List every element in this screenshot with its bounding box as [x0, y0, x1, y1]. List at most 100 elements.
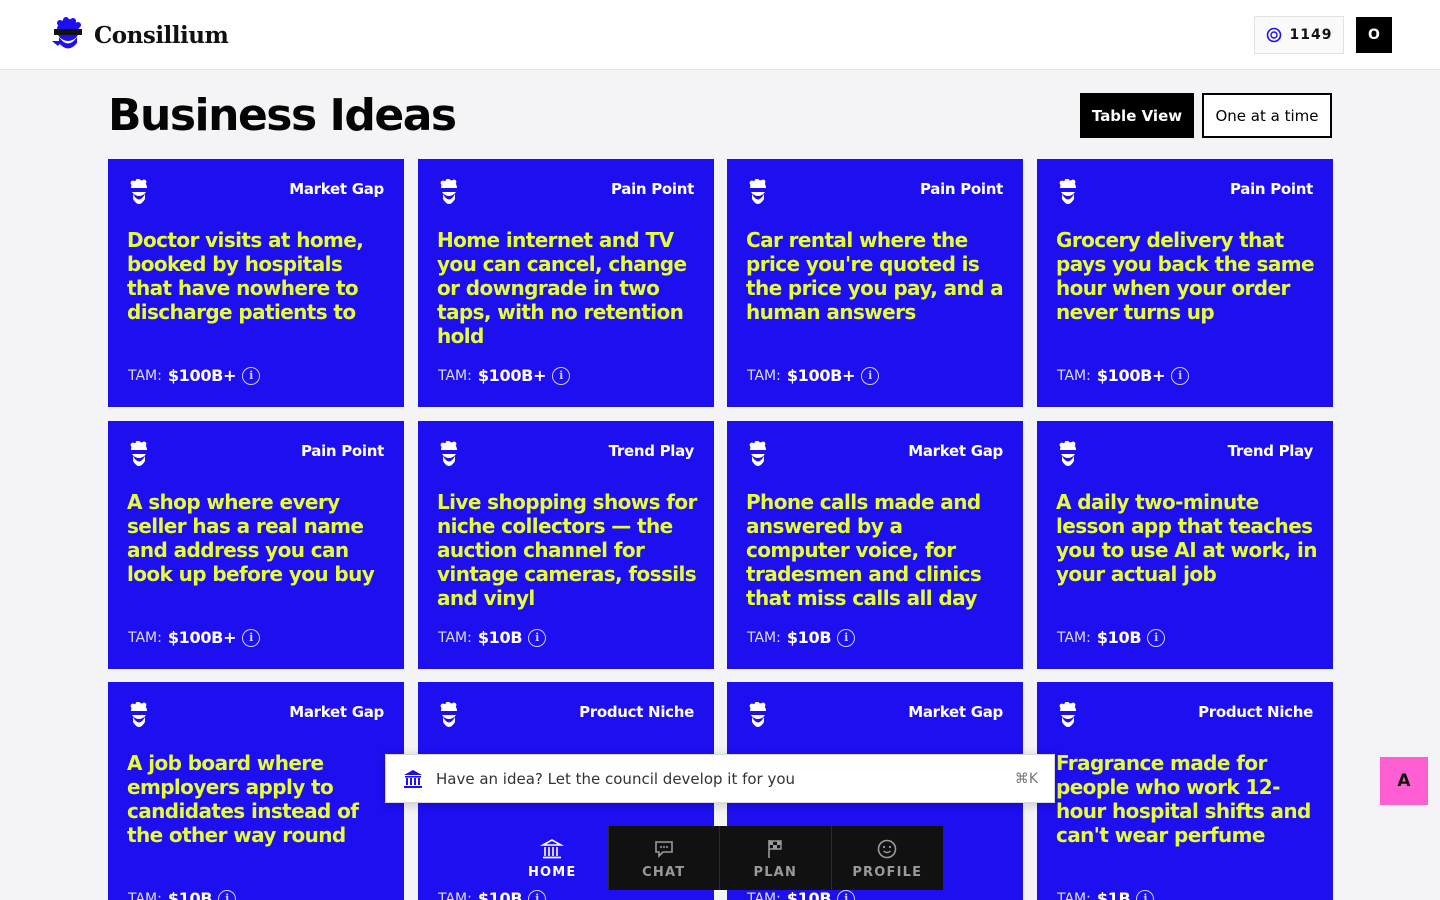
tam-label: TAM: [438, 890, 472, 900]
idea-card[interactable]: Pain Point Home internet and TV you can c… [418, 159, 714, 407]
nav-profile[interactable]: PROFILE [832, 826, 944, 890]
idea-category-tag: Trend Play [1227, 442, 1314, 460]
nav-profile-label: PROFILE [852, 864, 923, 880]
tam-row: TAM: $10B i [747, 889, 856, 900]
tam-row: TAM: $10B i [1057, 628, 1166, 647]
tam-value: $1B [1096, 889, 1131, 900]
info-icon[interactable]: i [837, 889, 856, 900]
info-icon[interactable]: i [242, 628, 261, 647]
tam-value: $100B+ [786, 366, 856, 385]
idea-title: Fragrance made for people who work 12-ho… [1056, 751, 1311, 847]
tam-label: TAM: [128, 367, 162, 384]
flag-icon [768, 839, 782, 858]
statue-head-icon [126, 178, 152, 209]
tam-label: TAM: [128, 890, 162, 900]
table-view-button[interactable]: Table View [1080, 93, 1194, 138]
bottom-navigation: HOME CHAT PLAN PROFILE [497, 826, 943, 890]
tam-value: $100B+ [167, 366, 237, 385]
keyboard-shortcut-hint: ⌘K [1014, 770, 1038, 787]
idea-card[interactable]: Trend Play Live shopping shows for niche … [418, 421, 714, 669]
info-icon[interactable]: i [552, 366, 571, 385]
nav-chat[interactable]: CHAT [609, 826, 720, 890]
nav-plan-label: PLAN [753, 864, 798, 880]
idea-title: Live shopping shows for niche collectors… [437, 490, 697, 610]
idea-category-tag: Market Gap [289, 180, 384, 198]
face-icon [877, 839, 897, 858]
statue-head-icon [126, 701, 152, 732]
statue-head-icon [436, 701, 462, 732]
tam-row: TAM: $100B+ i [128, 366, 261, 385]
info-icon[interactable]: i [528, 628, 547, 647]
idea-title: Doctor visits at home, booked by hospita… [127, 228, 364, 324]
idea-card[interactable]: Trend Play A daily two-minute lesson app … [1037, 421, 1333, 669]
tam-label: TAM: [1057, 367, 1091, 384]
info-icon[interactable]: i [1171, 366, 1190, 385]
tam-row: TAM: $100B+ i [747, 366, 880, 385]
tam-value: $100B+ [1096, 366, 1166, 385]
tam-label: TAM: [747, 629, 781, 646]
top-bar: Consillium 1149 O [0, 0, 1440, 70]
idea-card[interactable]: Market Gap Doctor visits at home, booked … [108, 159, 404, 407]
tam-row: TAM: $100B+ i [438, 366, 571, 385]
idea-category-tag: Market Gap [908, 703, 1003, 721]
info-icon[interactable]: i [1136, 889, 1155, 900]
tam-value: $100B+ [167, 628, 237, 647]
nav-home[interactable]: HOME [497, 826, 609, 890]
chat-bubble-icon [654, 840, 673, 858]
tam-row: TAM: $10B i [128, 889, 237, 900]
tam-row: TAM: $100B+ i [1057, 366, 1190, 385]
idea-category-tag: Market Gap [908, 442, 1003, 460]
tam-value: $10B [477, 889, 523, 900]
accessibility-fab[interactable]: A [1380, 757, 1428, 805]
idea-title: Grocery delivery that pays you back the … [1056, 228, 1315, 324]
tam-label: TAM: [128, 629, 162, 646]
idea-card[interactable]: Pain Point Grocery delivery that pays you… [1037, 159, 1333, 407]
idea-title: Car rental where the price you're quoted… [746, 228, 1004, 324]
idea-input-bar[interactable]: ⌘K [385, 754, 1055, 803]
brand-logo-link[interactable]: Consillium [48, 16, 229, 54]
idea-category-tag: Pain Point [1229, 180, 1313, 198]
one-at-a-time-button[interactable]: One at a time [1202, 93, 1332, 138]
idea-title: A daily two-minute lesson app that teach… [1056, 490, 1317, 586]
idea-card[interactable]: Pain Point Car rental where the price you… [727, 159, 1023, 407]
info-icon[interactable]: i [1147, 628, 1166, 647]
info-icon[interactable]: i [837, 628, 856, 647]
idea-category-tag: Product Niche [579, 703, 694, 721]
idea-category-tag: Pain Point [610, 180, 694, 198]
statue-head-icon [745, 440, 771, 471]
info-icon[interactable]: i [861, 366, 880, 385]
tam-value: $100B+ [477, 366, 547, 385]
info-icon[interactable]: i [528, 889, 547, 900]
idea-card[interactable]: Pain Point A shop where every seller has … [108, 421, 404, 669]
idea-input[interactable] [436, 763, 1015, 794]
tam-label: TAM: [747, 890, 781, 900]
idea-card[interactable]: Product Niche Fragrance made for people w… [1037, 682, 1333, 900]
info-icon[interactable]: i [218, 889, 237, 900]
idea-category-tag: Trend Play [608, 442, 695, 460]
info-icon[interactable]: i [242, 366, 261, 385]
tam-label: TAM: [1057, 890, 1091, 900]
tam-value: $10B [477, 628, 523, 647]
idea-card[interactable]: Market Gap A job board where employers ap… [108, 682, 404, 900]
tam-row: TAM: $10B i [747, 628, 856, 647]
nav-plan[interactable]: PLAN [720, 826, 832, 890]
idea-category-tag: Product Niche [1198, 703, 1313, 721]
statue-head-logo-icon [52, 17, 82, 49]
credits-counter[interactable]: 1149 [1254, 16, 1344, 54]
user-avatar[interactable]: O [1356, 17, 1392, 53]
idea-title: Home internet and TV you can cancel, cha… [437, 228, 687, 348]
statue-head-icon [745, 701, 771, 732]
statue-head-icon [126, 440, 152, 471]
nav-home-label: HOME [527, 864, 577, 880]
idea-category-tag: Market Gap [289, 703, 384, 721]
tam-label: TAM: [1057, 629, 1091, 646]
idea-category-tag: Pain Point [919, 180, 1003, 198]
tam-label: TAM: [438, 367, 472, 384]
tam-row: TAM: $10B i [438, 889, 547, 900]
idea-category-tag: Pain Point [300, 442, 384, 460]
tam-value: $10B [786, 628, 832, 647]
statue-head-icon [745, 178, 771, 209]
tam-row: TAM: $10B i [438, 628, 547, 647]
idea-card[interactable]: Market Gap Phone calls made and answered … [727, 421, 1023, 669]
statue-head-icon [1055, 701, 1081, 732]
